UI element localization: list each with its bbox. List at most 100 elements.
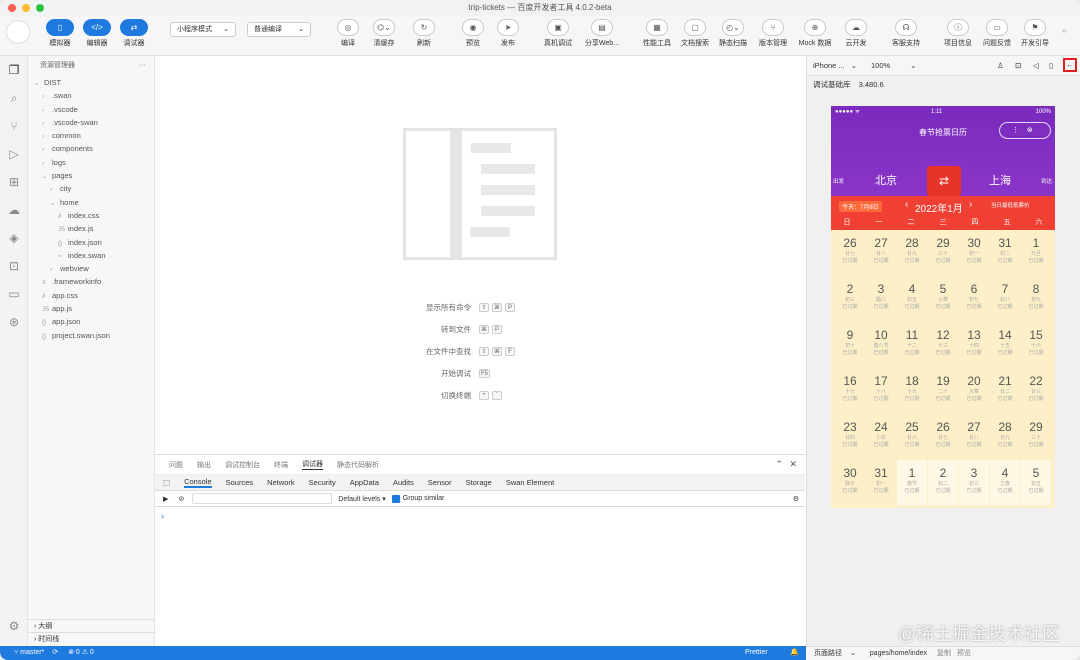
calendar-day[interactable]: 8 初九 已过期 [1021, 276, 1051, 321]
calendar-day[interactable]: 6 初七 已过期 [959, 276, 989, 321]
close-icon[interactable] [8, 4, 16, 12]
compile-select[interactable]: 普通编译 ⌄ [247, 22, 311, 37]
maximize-icon[interactable] [36, 4, 44, 12]
calendar-day[interactable]: 30 初一 已过期 [959, 230, 989, 275]
calendar-day[interactable]: 22 廿三 已过期 [1021, 368, 1051, 413]
calendar-day[interactable]: 29 三十 已过期 [928, 230, 958, 275]
calendar-day[interactable]: 28 廿九 已过期 [897, 230, 927, 275]
chevron-up-icon[interactable]: ⌃ [775, 459, 783, 470]
plugin-icon[interactable]: ⊛ [0, 308, 28, 336]
calendar-day[interactable]: 5 初五 已过期 [1021, 460, 1051, 505]
devtools-tab[interactable]: AppData [350, 478, 379, 487]
tree-item[interactable]: › webview [28, 262, 154, 275]
baselib-value[interactable]: 3.480.6 [859, 80, 884, 89]
chevron-down-icon[interactable]: ⌄ [850, 650, 856, 657]
calendar-day[interactable]: 13 十四 已过期 [959, 322, 989, 367]
user-icon[interactable]: ♙ [997, 61, 1004, 70]
calendar-day[interactable]: 5 小寒 已过期 [928, 276, 958, 321]
calendar-day[interactable]: 27 廿八 已过期 [866, 230, 896, 275]
calendar-day[interactable]: 9 初十 已过期 [835, 322, 865, 367]
copy-button[interactable]: 复制 [937, 650, 951, 657]
clear-console-icon[interactable]: ⊘ [178, 495, 184, 503]
chevron-left-icon[interactable]: ‹ [905, 199, 908, 210]
devtools-tab[interactable]: Sources [226, 478, 254, 487]
gear-icon[interactable]: ⚙ [0, 612, 28, 640]
box-icon[interactable]: ⊡ [1015, 61, 1021, 70]
swap-icon[interactable]: ⇄ [927, 166, 961, 196]
refresh-button[interactable]: ↻ 刷新 [402, 19, 446, 48]
gear-icon[interactable]: ⚙ [793, 495, 799, 503]
avatar[interactable] [6, 20, 30, 44]
tree-item[interactable]: › .swan [28, 89, 154, 102]
devtools-tab[interactable]: Audits [393, 478, 414, 487]
calendar-day[interactable]: 29 三十 已过期 [1021, 414, 1051, 459]
devtools-tab[interactable]: Swan Element [506, 478, 554, 487]
tree-item[interactable]: › .vscode [28, 103, 154, 116]
panel-tab[interactable]: 输出 [197, 460, 211, 470]
calendar-day[interactable]: 2 初二 已过期 [928, 460, 958, 505]
console-prompt[interactable]: › [155, 507, 805, 525]
calendar-day[interactable]: 31 初一 已过期 [866, 460, 896, 505]
monitor-icon[interactable]: ▭ [0, 280, 28, 308]
calendar-day[interactable]: 7 初八 已过期 [990, 276, 1020, 321]
phone-icon[interactable]: ▯ [1049, 61, 1053, 70]
panel-tab[interactable]: 调试控制台 [225, 460, 260, 470]
zoom-select[interactable]: 100% [871, 61, 890, 70]
bell-icon[interactable]: 🔔 [790, 646, 799, 660]
support-button[interactable]: ☊ 客服支持 [884, 19, 928, 48]
calendar-day[interactable]: 1 元旦 已过期 [1021, 230, 1051, 275]
mock-button[interactable]: ⊕ Mock 数据 [793, 19, 837, 48]
project-info-button[interactable]: ⓘ 项目信息 [936, 19, 980, 48]
tree-item[interactable]: › common [28, 129, 154, 142]
branch-icon[interactable]: ⑂ master* [14, 649, 44, 656]
more-icon[interactable]: » [1062, 26, 1066, 35]
panel-tab[interactable]: 静态代码解析 [337, 460, 379, 470]
mode-select[interactable]: 小程序模式 ⌄ [170, 22, 236, 37]
panel-tab[interactable]: 终端 [274, 460, 288, 470]
outline-section[interactable]: › 大纲 [28, 619, 155, 632]
calendar-day[interactable]: 17 十八 已过期 [866, 368, 896, 413]
tree-item[interactable]: {} project.swan.json [28, 329, 154, 342]
from-city[interactable]: 北京 [875, 172, 897, 188]
devtools-tab[interactable]: Console [184, 477, 212, 488]
devtools-tab[interactable]: Network [267, 478, 295, 487]
device-select[interactable]: iPhone ... [813, 61, 845, 70]
panel-tab[interactable]: 问题 [169, 460, 183, 470]
minimize-icon[interactable] [22, 4, 30, 12]
clear-cache-button[interactable]: ⌬⌄ 清缓存 [362, 19, 406, 48]
more-icon[interactable]: ··· [139, 56, 154, 76]
tree-item[interactable]: # index.css [28, 209, 154, 222]
calendar-day[interactable]: 2 初三 已过期 [835, 276, 865, 321]
search-icon[interactable]: ⌕ [0, 84, 28, 112]
chevron-down-icon[interactable]: ⌄ [910, 61, 916, 70]
tree-item[interactable]: JS index.js [28, 222, 154, 235]
close-icon[interactable]: ✕ [789, 459, 797, 470]
remote-debug-button[interactable]: ▣ 真机调试 [536, 19, 580, 48]
calendar-day[interactable]: 20 大寒 已过期 [959, 368, 989, 413]
calendar-day[interactable]: 14 十五 已过期 [990, 322, 1020, 367]
chevron-down-icon[interactable]: ⌄ [851, 61, 857, 70]
calendar-day[interactable]: 26 廿七 已过期 [835, 230, 865, 275]
lowest-price-toggle[interactable]: 当日最低抵票价 [991, 201, 1030, 209]
group-checkbox[interactable] [391, 494, 400, 503]
devtools-tab[interactable]: Storage [466, 478, 492, 487]
calendar-day[interactable]: 12 十三 已过期 [928, 322, 958, 367]
debugger-button[interactable]: ⇄ 调试器 [112, 19, 156, 48]
capsule-menu[interactable]: ⋮ ⊗ [999, 122, 1051, 139]
tree-item[interactable]: › components [28, 142, 154, 155]
tree-item[interactable]: › .vscode-swan [28, 116, 154, 129]
tree-item[interactable]: ≈ index.swan [28, 249, 154, 262]
tree-item[interactable]: › logs [28, 156, 154, 169]
calendar-day[interactable]: 23 廿四 已过期 [835, 414, 865, 459]
chevron-right-icon[interactable]: › [969, 199, 972, 210]
calendar-day[interactable]: 16 十七 已过期 [835, 368, 865, 413]
calendar-day[interactable]: 19 二十 已过期 [928, 368, 958, 413]
sync-icon[interactable]: ⟳ [52, 649, 58, 656]
publish-button[interactable]: ➤ 发布 [486, 19, 530, 48]
extensions-icon[interactable]: ⊞ [0, 168, 28, 196]
source-control-icon[interactable]: ⑂ [0, 112, 28, 140]
tree-item[interactable]: ⌄ pages [28, 169, 154, 182]
to-city[interactable]: 上海 [989, 172, 1011, 188]
calendar-day[interactable]: 15 十六 已过期 [1021, 322, 1051, 367]
tree-item[interactable]: JS app.js [28, 302, 154, 315]
